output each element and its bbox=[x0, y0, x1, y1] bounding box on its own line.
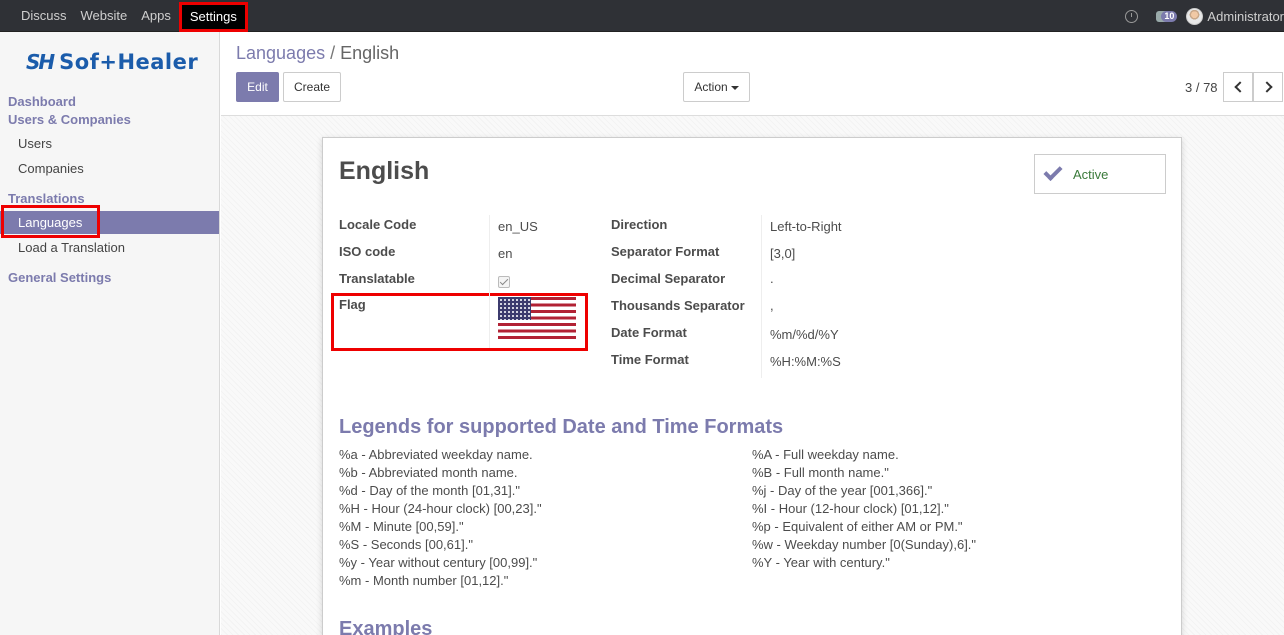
field-value-time-format: %H:%M:%S bbox=[770, 354, 841, 369]
field-label-date-format: Date Format bbox=[611, 325, 687, 340]
menu-apps[interactable]: Apps bbox=[135, 0, 177, 32]
breadcrumb: Languages / English bbox=[236, 43, 399, 64]
menu-settings[interactable]: Settings bbox=[178, 2, 248, 32]
chevron-left-icon bbox=[1234, 81, 1246, 93]
pager-next-button[interactable] bbox=[1253, 72, 1283, 102]
field-label-time-format: Time Format bbox=[611, 352, 689, 367]
record-title: English bbox=[339, 157, 430, 185]
company-logo: SH Sof+Healer bbox=[26, 50, 198, 74]
active-label: Active bbox=[1073, 167, 1109, 182]
legend-item: %I - Hour (12-hour clock) [01,12]." bbox=[752, 501, 949, 516]
menu-website[interactable]: Website bbox=[75, 0, 134, 32]
field-value-thousands-separator: , bbox=[770, 298, 774, 313]
caret-down-icon bbox=[730, 85, 739, 90]
legends-heading: Legends for supported Date and Time Form… bbox=[339, 416, 784, 438]
legend-item: %w - Weekday number [0(Sunday),6]." bbox=[752, 537, 977, 552]
create-button[interactable]: Create bbox=[283, 72, 341, 102]
legend-item: %a - Abbreviated weekday name. bbox=[339, 447, 533, 462]
activity-clock-icon[interactable] bbox=[1125, 9, 1139, 23]
edit-button[interactable]: Edit bbox=[236, 72, 279, 102]
app-menu: Discuss Website Apps Settings bbox=[15, 0, 250, 32]
legend-item: %S - Seconds [00,61]." bbox=[339, 537, 473, 552]
field-label-decimal-separator: Decimal Separator bbox=[611, 271, 726, 286]
sidebar-item-companies[interactable]: Companies bbox=[18, 161, 84, 176]
sidebar-section-users-companies: Users & Companies bbox=[8, 112, 131, 127]
breadcrumb-separator: / bbox=[330, 43, 336, 63]
pager-previous-button[interactable] bbox=[1223, 72, 1253, 102]
field-label-iso-code: ISO code bbox=[339, 244, 396, 259]
logo-text: Sof+Healer bbox=[59, 50, 199, 74]
check-icon bbox=[1043, 161, 1063, 182]
examples-heading: Examples bbox=[339, 618, 433, 635]
legend-item: %p - Equivalent of either AM or PM." bbox=[752, 519, 963, 534]
action-label: Action bbox=[694, 80, 728, 94]
translatable-checkbox bbox=[498, 276, 510, 288]
sidebar-item-load-translation[interactable]: Load a Translation bbox=[18, 240, 125, 255]
field-divider-left bbox=[489, 215, 490, 348]
legend-item: %j - Day of the year [001,366]." bbox=[752, 483, 933, 498]
chevron-right-icon bbox=[1261, 81, 1273, 93]
legend-item: %b - Abbreviated month name. bbox=[339, 465, 518, 480]
action-dropdown[interactable]: Action bbox=[683, 72, 750, 102]
logo-mark: SH bbox=[26, 50, 55, 74]
systray: 10 Administrator bbox=[1125, 0, 1284, 32]
field-label-translatable: Translatable bbox=[339, 271, 415, 286]
top-navbar: Discuss Website Apps Settings 10 Adminis… bbox=[0, 0, 1284, 32]
legend-item: %d - Day of the month [01,31]." bbox=[339, 483, 520, 498]
field-value-decimal-separator: . bbox=[770, 271, 774, 286]
field-value-date-format: %m/%d/%Y bbox=[770, 327, 839, 342]
sidebar-item-users[interactable]: Users bbox=[18, 136, 52, 151]
field-label-separator-format: Separator Format bbox=[611, 244, 720, 259]
sidebar-section-general-settings[interactable]: General Settings bbox=[8, 270, 111, 285]
field-label-direction: Direction bbox=[611, 217, 668, 232]
field-label-thousands-separator: Thousands Separator bbox=[611, 298, 745, 313]
legend-item: %m - Month number [01,12]." bbox=[339, 573, 509, 588]
legend-item: %B - Full month name." bbox=[752, 465, 889, 480]
breadcrumb-current: English bbox=[340, 43, 400, 63]
notification-badge: 10 bbox=[1161, 10, 1178, 22]
field-value-separator-format: [3,0] bbox=[770, 246, 796, 261]
legend-item: %Y - Year with century." bbox=[752, 555, 890, 570]
pager-value[interactable]: 3 / 78 bbox=[1185, 80, 1218, 95]
field-value-locale-code: en_US bbox=[498, 219, 538, 234]
highlight-box-flag bbox=[331, 293, 588, 351]
legend-item: %M - Minute [00,59]." bbox=[339, 519, 464, 534]
user-menu[interactable]: Administrator bbox=[1207, 9, 1284, 24]
legend-item: %A - Full weekday name. bbox=[752, 447, 899, 462]
highlight-box-languages bbox=[1, 205, 100, 238]
chat-icon[interactable]: 10 bbox=[1156, 10, 1178, 22]
breadcrumb-parent[interactable]: Languages bbox=[236, 43, 325, 63]
avatar[interactable] bbox=[1186, 7, 1204, 25]
field-value-direction: Left-to-Right bbox=[770, 219, 842, 234]
legend-item: %y - Year without century [00,99]." bbox=[339, 555, 538, 570]
field-label-locale-code: Locale Code bbox=[339, 217, 417, 232]
active-toggle-button[interactable]: Active bbox=[1034, 154, 1166, 194]
menu-discuss[interactable]: Discuss bbox=[15, 0, 73, 32]
sidebar-section-dashboard[interactable]: Dashboard bbox=[8, 94, 76, 109]
field-value-iso-code: en bbox=[498, 246, 513, 261]
field-divider-right bbox=[761, 215, 762, 378]
sidebar-section-translations: Translations bbox=[8, 191, 85, 206]
legend-item: %H - Hour (24-hour clock) [00,23]." bbox=[339, 501, 542, 516]
